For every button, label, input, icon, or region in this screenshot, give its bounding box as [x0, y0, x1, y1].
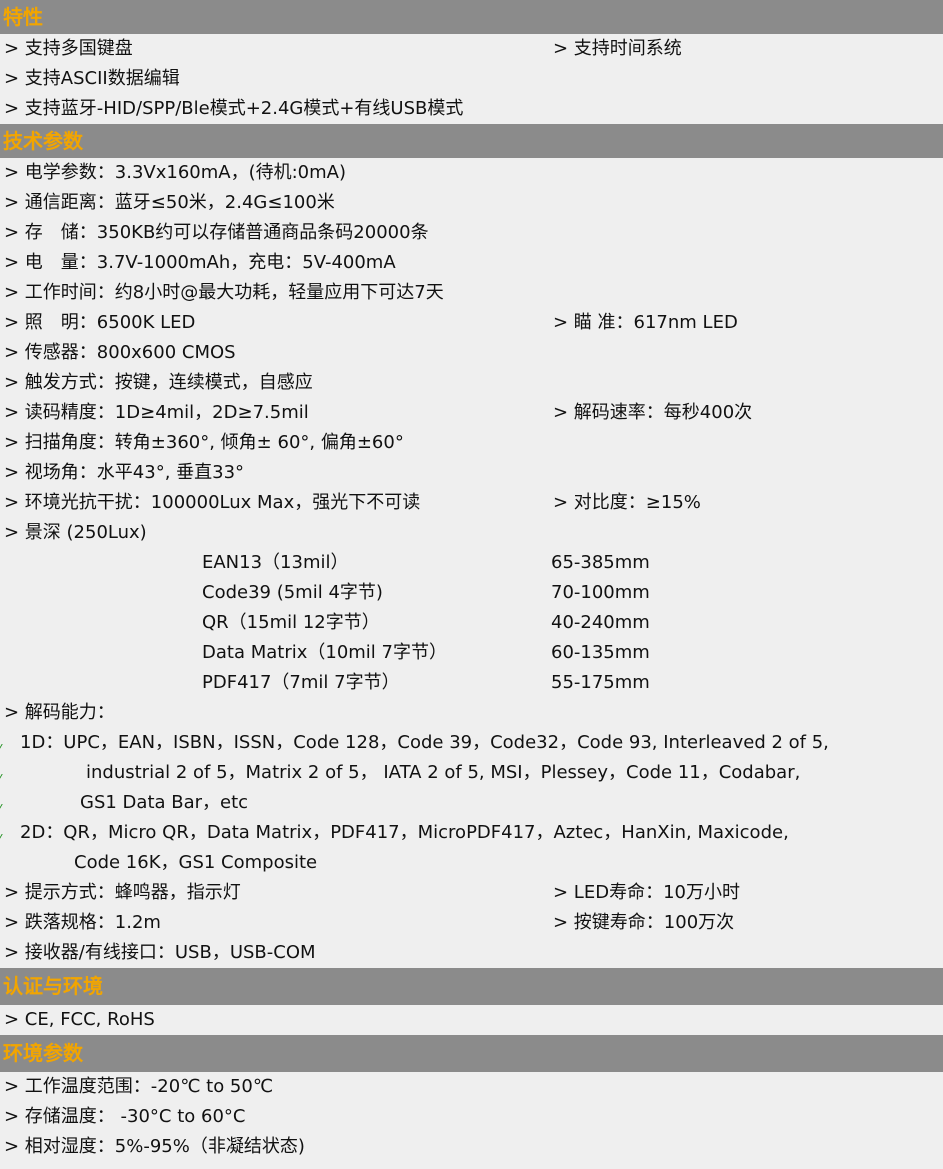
- dof-row: QR（15mil 12字节） 40-240mm: [0, 608, 943, 638]
- tick-mark: [0, 834, 7, 840]
- dof-label: Code39 (5mil 4字节): [202, 582, 383, 603]
- spec-drop: > 跌落规格：1.2m: [4, 912, 161, 933]
- spec-row: > 工作时间：约8小时@最大功耗，轻量应用下可达7天: [0, 278, 943, 308]
- spec-row: > 照 明：6500K LED > 瞄 准：617nm LED: [0, 308, 943, 338]
- spec-row: > 解码能力：: [0, 698, 943, 728]
- env-humidity: > 相对湿度：5%-95%（非凝结状态): [4, 1136, 305, 1157]
- spec-contrast: > 对比度：≥15%: [553, 492, 701, 513]
- spec-field-of-view: > 视场角：水平43°, 垂直33°: [4, 462, 245, 483]
- spec-row: > 存 储：350KB约可以存储普通商品条码20000条: [0, 218, 943, 248]
- spec-distance: > 通信距离：蓝牙≤50米，2.4G≤100米: [4, 192, 335, 213]
- spec-row: > 环境光抗干扰：100000Lux Max，强光下不可读 > 对比度：≥15%: [0, 488, 943, 518]
- decode-row: GS1 Data Bar，etc: [0, 788, 943, 818]
- spec-illumination: > 照 明：6500K LED: [4, 312, 196, 333]
- dof-value: 65-385mm: [551, 552, 650, 573]
- feature-keyboards: > 支持多国键盘: [4, 38, 133, 59]
- feature-modes: > 支持蓝牙-HID/SPP/Ble模式+2.4G模式+有线USB模式: [4, 98, 464, 119]
- spec-interface: > 接收器/有线接口：USB，USB-COM: [4, 942, 316, 963]
- feature-time-system: > 支持时间系统: [553, 38, 682, 59]
- spec-electrical: > 电学参数：3.3Vx160mA，(待机:0mA): [4, 162, 347, 183]
- spec-dof-title: > 景深 (250Lux): [4, 522, 147, 543]
- feature-ascii-edit: > 支持ASCII数据编辑: [4, 68, 180, 89]
- spec-row: > 接收器/有线接口：USB，USB-COM: [0, 938, 943, 968]
- dof-row: Data Matrix（10mil 7字节） 60-135mm: [0, 638, 943, 668]
- decode-row: industrial 2 of 5，Matrix 2 of 5， IATA 2 …: [0, 758, 943, 788]
- spec-row: > 电学参数：3.3Vx160mA，(待机:0mA): [0, 158, 943, 188]
- feature-row: > 支持多国键盘 > 支持时间系统: [0, 34, 943, 64]
- dof-row: Code39 (5mil 4字节) 70-100mm: [0, 578, 943, 608]
- dof-value: 55-175mm: [551, 672, 650, 693]
- spec-row: > 提示方式：蜂鸣器，指示灯 > LED寿命：10万小时: [0, 878, 943, 908]
- decode-2d-line-1: 2D：QR，Micro QR，Data Matrix，PDF417，MicroP…: [20, 822, 789, 843]
- spec-row: > 视场角：水平43°, 垂直33°: [0, 458, 943, 488]
- env-operating-temp: > 工作温度范围：-20℃ to 50℃: [4, 1076, 274, 1097]
- spec-sheet: 特性 > 支持多国键盘 > 支持时间系统 > 支持ASCII数据编辑 > 支持蓝…: [0, 0, 943, 1169]
- spec-row: > 景深 (250Lux): [0, 518, 943, 548]
- spec-decode-title: > 解码能力：: [4, 702, 115, 723]
- spec-row: > 读码精度：1D≥4mil，2D≥7.5mil > 解码速率：每秒400次: [0, 398, 943, 428]
- tick-mark: [0, 774, 7, 780]
- spec-row: > 通信距离：蓝牙≤50米，2.4G≤100米: [0, 188, 943, 218]
- spec-battery: > 电 量：3.7V-1000mAh，充电：5V-400mA: [4, 252, 396, 273]
- spec-row: > 电 量：3.7V-1000mAh，充电：5V-400mA: [0, 248, 943, 278]
- feature-row: > 支持ASCII数据编辑: [0, 64, 943, 94]
- cert-list: > CE, FCC, RoHS: [4, 1009, 155, 1030]
- dof-label: EAN13（13mil）: [202, 552, 349, 573]
- spec-row: > 触发方式：按键，连续模式，自感应: [0, 368, 943, 398]
- spec-key-life: > 按键寿命：100万次: [553, 912, 735, 933]
- env-row: > 存储温度： -30°C to 60°C: [0, 1102, 943, 1132]
- tick-mark: [0, 804, 7, 810]
- spec-row: > 传感器：800x600 CMOS: [0, 338, 943, 368]
- dof-label: QR（15mil 12字节）: [202, 612, 380, 633]
- decode-2d-line-2: Code 16K，GS1 Composite: [74, 852, 318, 873]
- cert-row: > CE, FCC, RoHS: [0, 1005, 943, 1035]
- dof-value: 60-135mm: [551, 642, 650, 663]
- spec-decode-speed: > 解码速率：每秒400次: [553, 402, 753, 423]
- spec-precision: > 读码精度：1D≥4mil，2D≥7.5mil: [4, 402, 309, 423]
- spec-sensor: > 传感器：800x600 CMOS: [4, 342, 236, 363]
- dof-value: 70-100mm: [551, 582, 650, 603]
- tick-mark: [0, 744, 7, 750]
- spec-scan-angle: > 扫描角度：转角±360°, 倾角± 60°, 偏角±60°: [4, 432, 404, 453]
- env-row: > 工作温度范围：-20℃ to 50℃: [0, 1072, 943, 1102]
- spec-led-life: > LED寿命：10万小时: [553, 882, 740, 903]
- decode-row: 1D：UPC，EAN，ISBN，ISSN，Code 128，Code 39，Co…: [0, 728, 943, 758]
- spec-prompt: > 提示方式：蜂鸣器，指示灯: [4, 882, 241, 903]
- section-header-certs: 认证与环境: [0, 968, 943, 1005]
- env-row: > 相对湿度：5%-95%（非凝结状态): [0, 1132, 943, 1162]
- spec-trigger: > 触发方式：按键，连续模式，自感应: [4, 372, 313, 393]
- spec-row: > 跌落规格：1.2m > 按键寿命：100万次: [0, 908, 943, 938]
- spec-ambient-light: > 环境光抗干扰：100000Lux Max，强光下不可读: [4, 492, 421, 513]
- decode-row: Code 16K，GS1 Composite: [0, 848, 943, 878]
- section-header-env: 环境参数: [0, 1035, 943, 1072]
- spec-worktime: > 工作时间：约8小时@最大功耗，轻量应用下可达7天: [4, 282, 444, 303]
- feature-row: > 支持蓝牙-HID/SPP/Ble模式+2.4G模式+有线USB模式: [0, 94, 943, 124]
- decode-row: 2D：QR，Micro QR，Data Matrix，PDF417，MicroP…: [0, 818, 943, 848]
- decode-1d-line-1: 1D：UPC，EAN，ISBN，ISSN，Code 128，Code 39，Co…: [20, 732, 829, 753]
- env-storage-temp: > 存储温度： -30°C to 60°C: [4, 1106, 246, 1127]
- decode-1d-line-3: GS1 Data Bar，etc: [80, 792, 249, 813]
- section-header-features: 特性: [0, 0, 943, 34]
- dof-row: PDF417（7mil 7字节） 55-175mm: [0, 668, 943, 698]
- spec-row: > 扫描角度：转角±360°, 倾角± 60°, 偏角±60°: [0, 428, 943, 458]
- dof-row: EAN13（13mil） 65-385mm: [0, 548, 943, 578]
- dof-value: 40-240mm: [551, 612, 650, 633]
- dof-label: PDF417（7mil 7字节）: [202, 672, 400, 693]
- section-header-specs: 技术参数: [0, 124, 943, 158]
- spec-aimer: > 瞄 准：617nm LED: [553, 312, 738, 333]
- spec-storage: > 存 储：350KB约可以存储普通商品条码20000条: [4, 222, 429, 243]
- decode-1d-line-2: industrial 2 of 5，Matrix 2 of 5， IATA 2 …: [86, 762, 801, 783]
- dof-label: Data Matrix（10mil 7字节）: [202, 642, 447, 663]
